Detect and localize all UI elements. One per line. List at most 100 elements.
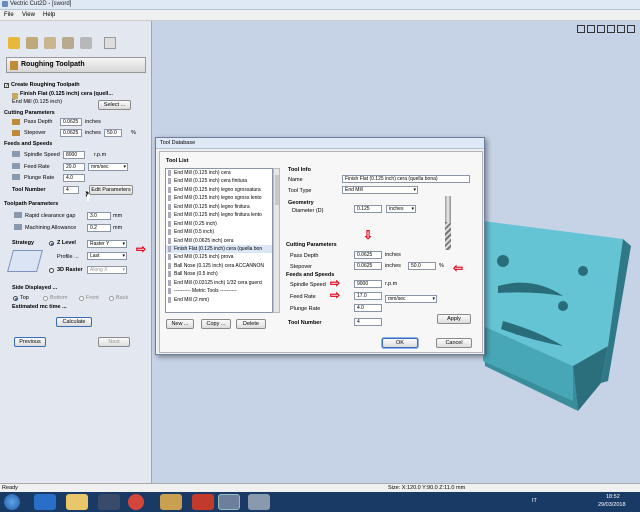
tool-list-item[interactable]: End Mill (0.125 inch) prova	[166, 253, 272, 261]
app-icon-1[interactable]	[160, 494, 182, 510]
feed-icon	[12, 163, 20, 169]
clock-date[interactable]: 29/03/2018	[598, 502, 626, 508]
bottom-label: Bottom	[50, 295, 68, 301]
edit-parameters-button[interactable]: Edit Parameters	[89, 185, 133, 195]
stepover-input[interactable]: 0.0625	[60, 129, 82, 137]
front-radio[interactable]	[79, 296, 84, 301]
tool-list-item[interactable]: End Mill (0.125 inch) legno finitura len…	[166, 211, 272, 219]
tool-list-item[interactable]: End Mill (0.125 inch) cera finitura	[166, 177, 272, 185]
roughing-icon	[10, 61, 18, 70]
dialog-stepover-input[interactable]: 0.0625	[354, 262, 382, 270]
chrome-icon[interactable]	[128, 494, 144, 510]
tool-name-input[interactable]: Finish Flat (0.125 inch) cera (quella bo…	[342, 175, 470, 183]
back-radio[interactable]	[109, 296, 114, 301]
select-tool-button[interactable]: Select ...	[98, 100, 131, 110]
language-indicator[interactable]: IT	[532, 498, 537, 504]
panel-title: Roughing Toolpath	[21, 61, 85, 68]
tool-list-item[interactable]: End Mill (0.125 inch) cera	[166, 169, 272, 177]
start-icon[interactable]	[4, 494, 20, 510]
menu-help[interactable]: Help	[43, 12, 55, 18]
dialog-feed-input[interactable]: 17.0	[354, 292, 382, 300]
plunge-input[interactable]: 4.0	[63, 174, 85, 182]
zlevel-radio[interactable]	[49, 241, 54, 246]
tool-list-item[interactable]: End Mill (0.25 inch)	[166, 220, 272, 228]
ok-button[interactable]: OK	[382, 338, 418, 348]
copy-tool-button[interactable]: Copy ...	[201, 319, 231, 329]
tool-list-item[interactable]: ---------- Metric Tools ----------	[166, 287, 272, 295]
toolpath-icon-2[interactable]	[26, 37, 38, 49]
tool-list-scrollbar[interactable]	[273, 168, 280, 313]
tool-list-item[interactable]: Finish Flat (0.125 inch) cera (quella bo…	[166, 244, 272, 254]
cancel-button[interactable]: Cancel	[436, 338, 472, 348]
dialog-pass-depth-input[interactable]: 0.0625	[354, 251, 382, 259]
tool-list-item[interactable]: End Mill (2 mm)	[166, 296, 272, 304]
delete-tool-button[interactable]: Delete	[236, 319, 266, 329]
dialog-title-bar: Tool Database	[156, 138, 484, 149]
media-player-icon[interactable]	[98, 494, 120, 510]
tool-list-item[interactable]: Ball Nose (0.5 inch)	[166, 270, 272, 278]
menu-view[interactable]: View	[22, 12, 35, 18]
next-button[interactable]: Next	[98, 337, 130, 347]
dialog-spindle-label: Spindle Speed	[290, 282, 326, 288]
raster3d-radio[interactable]	[49, 268, 54, 273]
toolpath-icon-5[interactable]	[80, 37, 92, 49]
diameter-unit-select[interactable]: inches	[386, 205, 416, 213]
stepover-icon	[12, 130, 20, 136]
toolpath-icon-3[interactable]	[44, 37, 56, 49]
dialog-spindle-input[interactable]: 9000	[354, 280, 382, 288]
dialog-tool-number-label: Tool Number	[288, 320, 322, 326]
dialog-plunge-input[interactable]: 4.0	[354, 304, 382, 312]
create-checkbox[interactable]: ✓	[4, 83, 9, 89]
app-icon-3[interactable]	[248, 494, 270, 510]
explorer-icon[interactable]	[66, 494, 88, 510]
raster-select[interactable]: Raster Y	[87, 240, 127, 248]
previous-button[interactable]: Previous	[14, 337, 46, 347]
dialog-feed-unit-select[interactable]: mm/sec	[385, 295, 437, 303]
rapid-icon	[14, 212, 22, 218]
pass-depth-input[interactable]: 0.0625	[60, 118, 82, 126]
toolpath-icons-row	[8, 37, 120, 51]
tool-list-item[interactable]: End Mill (0.125 inch) legno sgrossatura	[166, 186, 272, 194]
tool-type-select[interactable]: End Mill	[342, 186, 418, 194]
end-mill-diagram-icon	[442, 196, 454, 250]
tool-number-input[interactable]: 4	[63, 186, 79, 194]
dialog-feed-label: Feed Rate	[290, 294, 316, 300]
tool-list-item[interactable]: End Mill (0.125 inch) legno finitura	[166, 203, 272, 211]
stepover-percent-input[interactable]: 50.0	[104, 129, 122, 137]
pass-depth-icon	[12, 119, 20, 125]
tool-list-item[interactable]: Ball Nose (0.125 inch) cera ACCANNON	[166, 262, 272, 270]
spindle-input[interactable]: 8000	[63, 151, 85, 159]
cut2d-taskbar-icon[interactable]	[218, 494, 240, 510]
top-radio[interactable]	[13, 296, 18, 301]
status-size: Size: X:120.0 Y:90.0 Z:11.0 mm	[388, 485, 466, 491]
tool-list[interactable]: End Mill (0.125 inch) cera End Mill (0.12…	[165, 168, 273, 313]
toolpath-icon-6[interactable]	[104, 37, 116, 49]
feed-input[interactable]: 20.0	[63, 163, 85, 171]
tool-list-item[interactable]: End Mill (0.5 inch)	[166, 228, 272, 236]
profile-select[interactable]: Last	[87, 252, 127, 260]
toolpath-icon-4[interactable]	[62, 37, 74, 49]
app-icon-2[interactable]	[192, 494, 214, 510]
clock-time[interactable]: 18:52	[606, 494, 620, 500]
ie-icon[interactable]	[34, 494, 56, 510]
feed-unit-select[interactable]: mm/sec	[88, 163, 128, 171]
stepover-unit: inches	[85, 130, 101, 136]
new-tool-button[interactable]: New ...	[166, 319, 194, 329]
calculate-button[interactable]: Calculate	[56, 317, 92, 327]
side-displayed-label: Side Displayed ...	[12, 285, 58, 291]
dialog-pass-depth-label: Pass Depth	[290, 253, 319, 259]
toolpath-panel: Roughing Toolpath ✓ Create Roughing Tool…	[0, 21, 152, 483]
rapid-input[interactable]: 3.0	[87, 212, 111, 220]
allowance-input[interactable]: 0.2	[87, 224, 111, 232]
tool-list-item[interactable]: End Mill (0.03125 inch) 1/32 cera guerci	[166, 279, 272, 287]
toolpath-icon-1[interactable]	[8, 37, 20, 49]
dialog-tool-number-input[interactable]: 4	[354, 318, 382, 326]
bottom-radio[interactable]	[43, 296, 48, 301]
diameter-input[interactable]: 0.125	[354, 205, 382, 213]
dialog-stepover-percent-input[interactable]: 50.0	[408, 262, 436, 270]
along-select[interactable]: Along X	[87, 266, 127, 274]
menu-file[interactable]: File	[4, 12, 14, 18]
tool-list-item[interactable]: End Mill (0.0625 inch) cera	[166, 237, 272, 245]
apply-button[interactable]: Apply	[437, 314, 471, 324]
tool-list-item[interactable]: End Mill (0.125 inch) legno sgross lento	[166, 194, 272, 202]
